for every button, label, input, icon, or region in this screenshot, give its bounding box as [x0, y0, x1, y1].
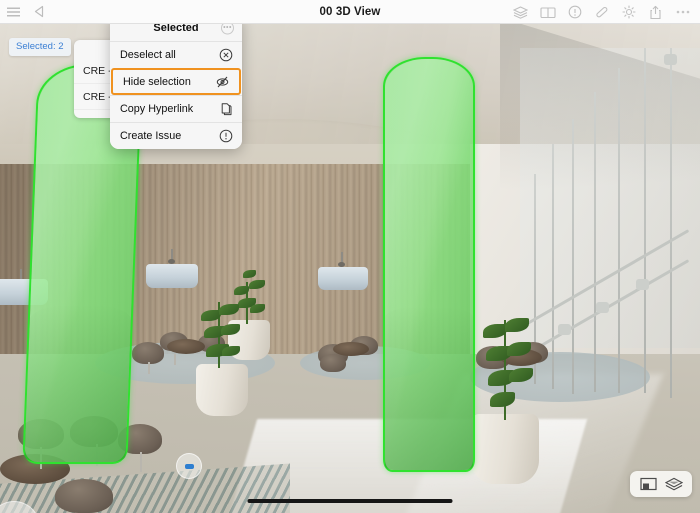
railing-post: [618, 68, 620, 393]
more-options-icon[interactable]: [669, 0, 696, 24]
back-arrow-icon[interactable]: [26, 0, 52, 24]
chair-leg: [140, 452, 142, 472]
home-indicator: [247, 499, 453, 503]
coffee-table: [167, 339, 205, 354]
markup-pencil-icon[interactable]: [588, 0, 615, 24]
selected-column-right[interactable]: [383, 57, 475, 472]
menu-item-label: Hide selection: [123, 75, 191, 88]
menu-item-create-issue[interactable]: Create Issue: [110, 122, 242, 149]
top-toolbar-right-group: [507, 0, 696, 24]
share-icon[interactable]: [642, 0, 669, 24]
view-tools-group[interactable]: [630, 471, 692, 497]
circle-x-icon: [218, 48, 233, 63]
railing-post: [552, 144, 554, 389]
chair-leg: [148, 362, 150, 374]
hamburger-menu-icon[interactable]: [0, 0, 26, 24]
view-orientation-gizmo[interactable]: [176, 453, 202, 479]
pendant-lamp-left: [146, 264, 198, 288]
menu-item-copy-hyperlink[interactable]: Copy Hyperlink: [110, 95, 242, 122]
railing-fitting: [664, 54, 677, 65]
list-item-label: CRE -: [83, 64, 112, 77]
railing-post: [644, 48, 646, 393]
list-item-label: CRE -: [83, 90, 112, 103]
railing-fitting: [558, 324, 571, 335]
circle-exclamation-icon: [218, 129, 233, 144]
book-icon[interactable]: [534, 0, 561, 24]
layers-stack-icon[interactable]: [665, 476, 683, 492]
copy-documents-icon: [218, 102, 233, 117]
selection-context-menu[interactable]: Selected ••• Deselect all Hide selection…: [110, 14, 242, 149]
railing-post: [594, 92, 596, 392]
selection-count-badge: Selected: 2: [9, 38, 71, 56]
settings-sun-icon[interactable]: [615, 0, 642, 24]
railing-post: [572, 119, 574, 394]
eye-slash-icon: [215, 74, 230, 89]
planter-pot-right: [471, 414, 539, 484]
planter-pot-front: [196, 364, 248, 416]
railing-fitting: [596, 302, 609, 313]
menu-item-label: Deselect all: [120, 49, 176, 61]
menu-item-label: Copy Hyperlink: [120, 103, 194, 115]
layers-icon[interactable]: [507, 0, 534, 24]
issues-icon[interactable]: [561, 0, 588, 24]
column-shadow: [24, 303, 132, 462]
top-toolbar: 00 3D View: [0, 0, 700, 24]
pendant-lamp-right: [318, 267, 368, 290]
column-shadow: [385, 305, 473, 470]
railing-fitting: [636, 279, 649, 290]
section-box-icon[interactable]: [639, 476, 657, 492]
lounge-chair: [132, 342, 164, 364]
chair-leg: [174, 354, 176, 365]
railing-post: [670, 48, 672, 398]
lounge-chair-foreground: [55, 479, 113, 513]
gizmo-north-marker: [184, 463, 194, 469]
menu-item-label: Create Issue: [120, 130, 182, 142]
menu-item-deselect-all[interactable]: Deselect all: [110, 41, 242, 68]
menu-item-hide-selection[interactable]: Hide selection: [111, 68, 241, 95]
lounge-chair: [320, 354, 346, 372]
